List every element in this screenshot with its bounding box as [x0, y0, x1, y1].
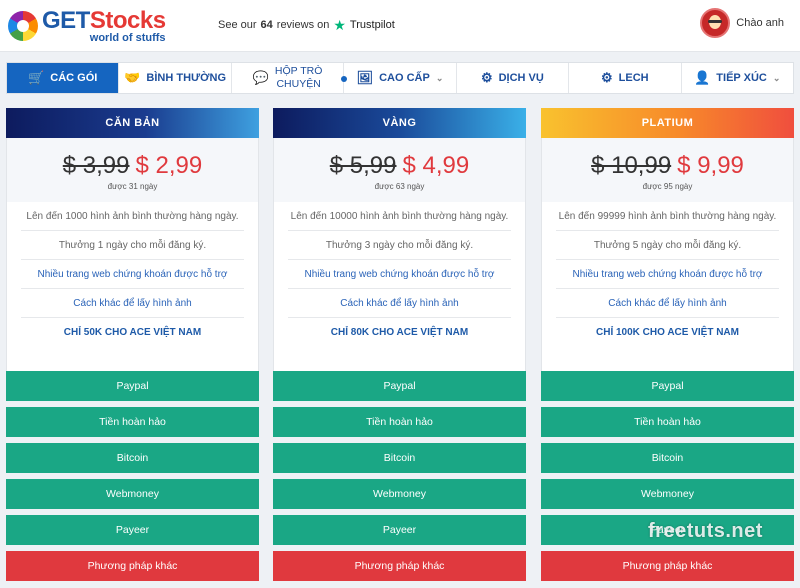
feature-list: Lên đến 1000 hình ảnh bình thường hàng n…	[6, 202, 259, 347]
nav-item-services[interactable]: ⚙ DỊCH VỤ	[457, 63, 570, 93]
pay-perfect-money-button[interactable]: Tiền hoàn hảo	[273, 407, 526, 437]
feature-item: Lên đến 10000 hình ảnh bình thường hàng …	[288, 202, 511, 231]
trustpilot-reviews[interactable]: See our 64 reviews on ★ Trustpilot	[218, 18, 395, 32]
payment-buttons: Paypal Tiền hoàn hảo Bitcoin Webmoney Pa…	[541, 371, 794, 581]
feature-link[interactable]: Cách khác để lấy hình ảnh	[288, 289, 511, 318]
image-icon: 🖼	[356, 70, 374, 85]
plan-title: CĂN BẢN	[6, 108, 259, 138]
gear-icon: ⚙	[480, 70, 493, 85]
chevron-down-icon: ⌄	[772, 72, 781, 83]
nav-label-line1: HỘP TRÒ	[274, 65, 323, 77]
nav-item-chatbox[interactable]: 💬 HỘP TRÒ CHUYỆN	[232, 63, 348, 93]
pay-perfect-money-button[interactable]: Tiền hoàn hảo	[541, 407, 794, 437]
site-header: GETStocks world of stuffs See our 64 rev…	[0, 0, 800, 52]
pay-other-button[interactable]: Phương pháp khác	[6, 551, 259, 581]
old-price: $ 3,99	[62, 152, 130, 179]
feature-list: Lên đến 99999 hình ảnh bình thường hàng …	[541, 202, 794, 347]
pay-bitcoin-button[interactable]: Bitcoin	[6, 443, 259, 473]
feature-item: Lên đến 1000 hình ảnh bình thường hàng n…	[21, 202, 244, 231]
feature-link[interactable]: Cách khác để lấy hình ảnh	[556, 289, 779, 318]
price-box: $ 10,99 $ 9,99 được 95 ngày	[541, 138, 794, 202]
old-price: $ 5,99	[329, 152, 397, 179]
payment-buttons: Paypal Tiền hoàn hảo Bitcoin Webmoney Pa…	[273, 371, 526, 581]
logo-wheel-icon	[8, 11, 38, 41]
nav-label: LECH	[618, 72, 649, 84]
person-icon: 👤	[694, 70, 711, 85]
plan-duration: được 31 ngày	[107, 182, 158, 191]
main-nav: 🛒 CÁC GÓI 🤝 BÌNH THƯỜNG 💬 HỘP TRÒ CHUYỆN …	[6, 62, 794, 94]
feature-link[interactable]: Nhiều trang web chứng khoán được hỗ trợ	[288, 260, 511, 289]
pay-payeer-button[interactable]: Payeer	[273, 515, 526, 545]
pay-webmoney-button[interactable]: Webmoney	[541, 479, 794, 509]
chat-icon: 💬	[252, 70, 269, 85]
feature-link[interactable]: Nhiều trang web chứng khoán được hỗ trợ	[556, 260, 779, 289]
pay-bitcoin-button[interactable]: Bitcoin	[541, 443, 794, 473]
reviews-prefix: See our	[218, 19, 257, 31]
feature-link[interactable]: Cách khác để lấy hình ảnh	[21, 289, 244, 318]
reviews-suffix: reviews on	[276, 19, 330, 31]
chevron-down-icon: ⌄	[435, 72, 444, 83]
user-greeting[interactable]: Chào anh	[736, 17, 784, 29]
payment-buttons: Paypal Tiền hoàn hảo Bitcoin Webmoney Pa…	[6, 371, 259, 581]
site-logo[interactable]: GETStocks world of stuffs	[8, 6, 166, 44]
logo-stocks: Stocks	[89, 6, 166, 34]
trustpilot-star-icon: ★	[333, 17, 346, 33]
nav-label: DỊCH VỤ	[498, 72, 544, 84]
plan-card-platinum: PLATIUM $ 10,99 $ 9,99 được 95 ngày Lên …	[541, 108, 794, 581]
reviews-count: 64	[260, 19, 273, 31]
avatar[interactable]	[700, 8, 731, 38]
nav-label: CÁC GÓI	[50, 72, 98, 84]
price-box: $ 5,99 $ 4,99 được 63 ngày	[273, 138, 526, 202]
feature-item: Thưởng 1 ngày cho mỗi đăng ký.	[21, 231, 244, 260]
pay-other-button[interactable]: Phương pháp khác	[541, 551, 794, 581]
pay-payeer-button[interactable]: Payeer	[6, 515, 259, 545]
nav-item-packages[interactable]: 🛒 CÁC GÓI	[7, 63, 120, 93]
pay-bitcoin-button[interactable]: Bitcoin	[273, 443, 526, 473]
feature-item: Thưởng 5 ngày cho mỗi đăng ký.	[556, 231, 779, 260]
handshake-icon: 🤝	[124, 70, 141, 85]
new-price: $ 4,99	[402, 152, 470, 179]
nav-item-contact[interactable]: 👤 TIẾP XÚC ⌄	[682, 63, 793, 93]
plan-title: VÀNG	[273, 108, 526, 138]
nav-label: CAO CẤP	[379, 72, 430, 84]
nav-item-lech[interactable]: ⚙ LECH	[569, 63, 682, 93]
nav-label: TIẾP XÚC	[716, 72, 767, 84]
feature-list: Lên đến 10000 hình ảnh bình thường hàng …	[273, 202, 526, 347]
pay-paypal-button[interactable]: Paypal	[273, 371, 526, 401]
feature-promo[interactable]: CHỈ 50K CHO ACE VIỆT NAM	[21, 318, 244, 347]
feature-promo[interactable]: CHỈ 100K CHO ACE VIỆT NAM	[556, 318, 779, 347]
feature-promo[interactable]: CHỈ 80K CHO ACE VIỆT NAM	[288, 318, 511, 347]
nav-item-normal[interactable]: 🤝 BÌNH THƯỜNG	[119, 63, 232, 93]
logo-tagline: world of stuffs	[89, 31, 166, 44]
feature-item: Thưởng 3 ngày cho mỗi đăng ký.	[288, 231, 511, 260]
pay-webmoney-button[interactable]: Webmoney	[273, 479, 526, 509]
pay-perfect-money-button[interactable]: Tiền hoàn hảo	[6, 407, 259, 437]
new-price: $ 2,99	[135, 152, 203, 179]
pay-paypal-button[interactable]: Paypal	[6, 371, 259, 401]
cart-icon: 🛒	[28, 70, 45, 85]
plan-title: PLATIUM	[541, 108, 794, 138]
nav-label-line2: CHUYỆN	[276, 78, 321, 90]
pay-other-button[interactable]: Phương pháp khác	[273, 551, 526, 581]
nav-label: BÌNH THƯỜNG	[146, 72, 227, 84]
trustpilot-label: Trustpilot	[349, 19, 395, 31]
pay-webmoney-button[interactable]: Webmoney	[6, 479, 259, 509]
user-menu[interactable]: Chào anh	[700, 8, 784, 38]
plan-duration: được 95 ngày	[642, 182, 693, 191]
feature-link[interactable]: Nhiều trang web chứng khoán được hỗ trợ	[21, 260, 244, 289]
plan-duration: được 63 ngày	[374, 182, 425, 191]
plan-card-gold: VÀNG $ 5,99 $ 4,99 được 63 ngày Lên đến …	[273, 108, 526, 581]
gear-icon: ⚙	[601, 70, 613, 85]
watermark: freetuts.net	[648, 520, 763, 542]
logo-get: GET	[42, 6, 90, 34]
price-box: $ 3,99 $ 2,99 được 31 ngày	[6, 138, 259, 202]
pay-paypal-button[interactable]: Paypal	[541, 371, 794, 401]
new-price: $ 9,99	[677, 152, 744, 179]
old-price: $ 10,99	[591, 152, 672, 179]
plan-card-basic: CĂN BẢN $ 3,99 $ 2,99 được 31 ngày Lên đ…	[6, 108, 259, 581]
feature-item: Lên đến 99999 hình ảnh bình thường hàng …	[556, 202, 779, 231]
nav-item-premium[interactable]: 🖼 CAO CẤP ⌄	[344, 63, 457, 93]
